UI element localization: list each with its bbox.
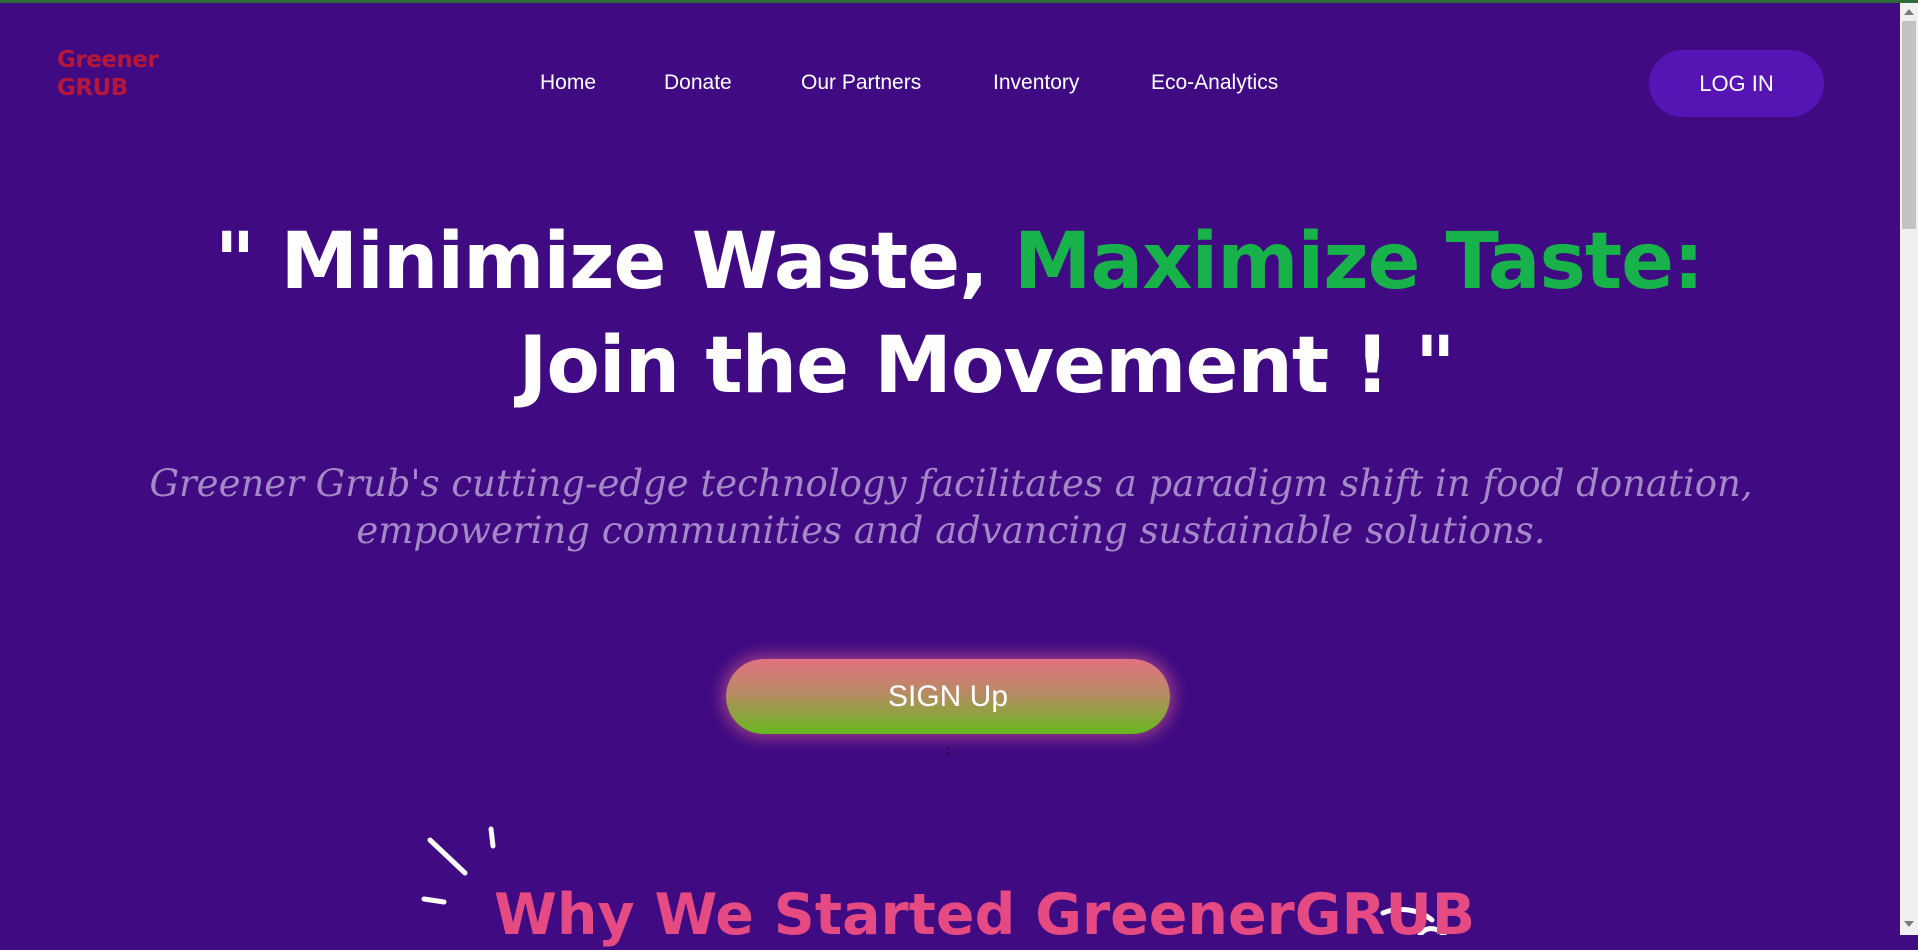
section-title: Why We Started GreenerGRUB <box>494 882 1476 948</box>
sparkle-stroke-1 <box>427 837 468 876</box>
sparkle-stroke-2 <box>488 826 496 849</box>
scroll-thumb[interactable] <box>1902 21 1916 229</box>
scroll-up-icon[interactable] <box>1904 9 1914 15</box>
vertical-scrollbar[interactable] <box>1900 3 1918 935</box>
sparkle-stroke-3 <box>421 896 447 905</box>
sparkle-decoration-icon <box>421 826 1447 935</box>
scroll-down-icon[interactable] <box>1904 921 1914 927</box>
